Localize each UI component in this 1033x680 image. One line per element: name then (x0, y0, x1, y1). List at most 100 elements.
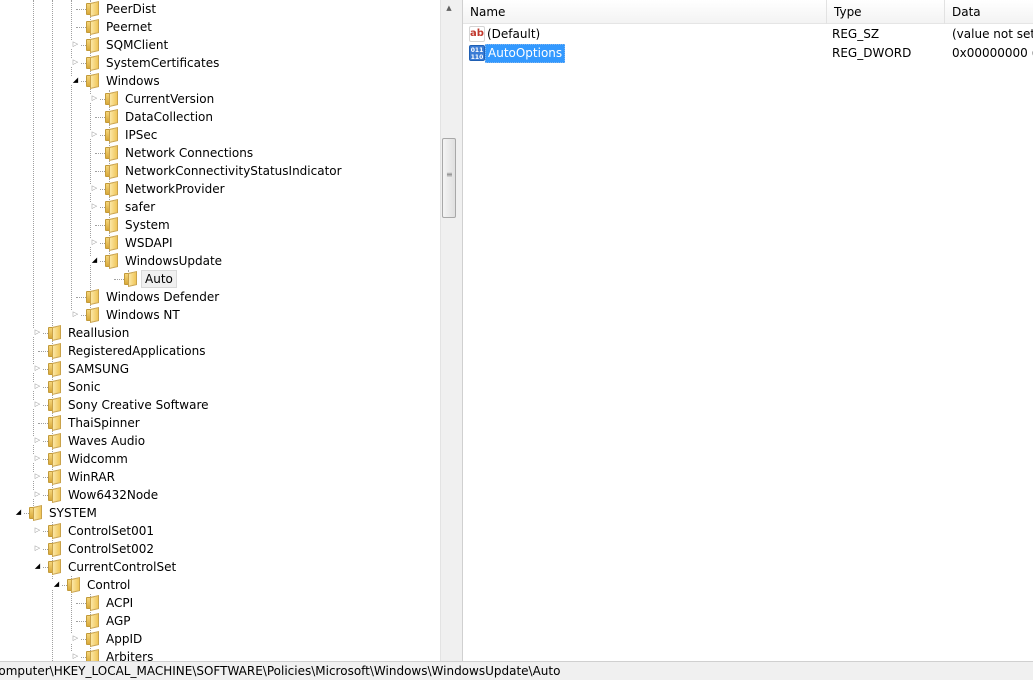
tree-node[interactable]: ACPI (0, 594, 440, 612)
tree-node-label[interactable]: SQMClient (103, 36, 171, 54)
expand-arrow-icon[interactable]: ▷ (33, 382, 42, 391)
tree-node-label[interactable]: safer (122, 198, 158, 216)
tree-node[interactable]: NetworkConnectivityStatusIndicator (0, 162, 440, 180)
collapse-arrow-icon[interactable]: ◢ (52, 580, 61, 589)
tree-node[interactable]: ▷ NetworkProvider (0, 180, 440, 198)
column-header-name[interactable]: Name (463, 0, 827, 24)
expand-arrow-icon[interactable]: ▷ (71, 40, 80, 49)
tree-node[interactable]: ▷ safer (0, 198, 440, 216)
tree-node[interactable]: ▷ Arbiters (0, 648, 440, 661)
tree-node-label[interactable]: Waves Audio (65, 432, 148, 450)
tree-node[interactable]: ◢ SYSTEM (0, 504, 440, 522)
key-tree-pane[interactable]: PeerDist Peernet ▷ SQMClient ▷ SystemCertific… (0, 0, 440, 661)
tree-node-label[interactable]: SystemCertificates (103, 54, 222, 72)
tree-node[interactable]: ▷ WSDAPI (0, 234, 440, 252)
values-list-pane[interactable]: Name Type Data ab (Default) REG_SZ (valu… (463, 0, 1033, 661)
tree-node-label[interactable]: ControlSet001 (65, 522, 157, 540)
tree-node[interactable]: ▷ Sony Creative Software (0, 396, 440, 414)
tree-node-label[interactable]: Sonic (65, 378, 104, 396)
tree-node[interactable]: ▷ ControlSet001 (0, 522, 440, 540)
expand-arrow-icon[interactable]: ▷ (90, 94, 99, 103)
collapse-arrow-icon[interactable]: ◢ (33, 562, 42, 571)
tree-node[interactable]: ▷ Widcomm (0, 450, 440, 468)
tree-node[interactable]: ◢ Windows (0, 72, 440, 90)
tree-node-label[interactable]: ControlSet002 (65, 540, 157, 558)
tree-node[interactable]: ▷ AppID (0, 630, 440, 648)
expand-arrow-icon[interactable]: ▷ (90, 238, 99, 247)
tree-node-label[interactable]: Windows NT (103, 306, 183, 324)
tree-node[interactable]: Auto (0, 270, 440, 288)
expand-arrow-icon[interactable]: ▷ (90, 202, 99, 211)
expand-arrow-icon[interactable]: ▷ (90, 130, 99, 139)
tree-node-label[interactable]: ACPI (103, 594, 136, 612)
tree-node-label[interactable]: CurrentControlSet (65, 558, 179, 576)
tree-node-label[interactable]: WinRAR (65, 468, 118, 486)
tree-node-label[interactable]: Arbiters (103, 648, 156, 661)
expand-arrow-icon[interactable]: ▷ (90, 184, 99, 193)
tree-node-label[interactable]: Windows Defender (103, 288, 222, 306)
expand-arrow-icon[interactable]: ▷ (71, 634, 80, 643)
tree-node-label[interactable]: Widcomm (65, 450, 131, 468)
tree-node-label[interactable]: Wow6432Node (65, 486, 161, 504)
tree-node-label[interactable]: RegisteredApplications (65, 342, 208, 360)
tree-node[interactable]: ▷ CurrentVersion (0, 90, 440, 108)
tree-node[interactable]: ▷ IPSec (0, 126, 440, 144)
tree-node[interactable]: ▷ Reallusion (0, 324, 440, 342)
tree-node[interactable]: ▷ SAMSUNG (0, 360, 440, 378)
tree-node[interactable]: ▷ SQMClient (0, 36, 440, 54)
tree-node-label[interactable]: SYSTEM (46, 504, 100, 522)
tree-node[interactable]: Windows Defender (0, 288, 440, 306)
tree-node-label[interactable]: WindowsUpdate (122, 252, 225, 270)
collapse-arrow-icon[interactable]: ◢ (71, 76, 80, 85)
tree-node-label[interactable]: Peernet (103, 18, 155, 36)
expand-arrow-icon[interactable]: ▷ (33, 544, 42, 553)
tree-node-label[interactable]: Reallusion (65, 324, 132, 342)
tree-node[interactable]: ◢ WindowsUpdate (0, 252, 440, 270)
tree-node-label[interactable]: Auto (141, 270, 177, 288)
tree-node-label[interactable]: Sony Creative Software (65, 396, 212, 414)
tree-node[interactable]: Peernet (0, 18, 440, 36)
value-row[interactable]: 011 110 AutoOptions REG_DWORD 0x00000000… (463, 44, 1033, 63)
tree-node[interactable]: ▷ Waves Audio (0, 432, 440, 450)
tree-node-label[interactable]: DataCollection (122, 108, 216, 126)
expand-arrow-icon[interactable]: ▷ (33, 364, 42, 373)
tree-node-label[interactable]: Windows (103, 72, 163, 90)
expand-arrow-icon[interactable]: ▷ (71, 310, 80, 319)
scroll-up-arrow-icon[interactable]: ▲ (441, 0, 457, 17)
tree-node-label[interactable]: NetworkProvider (122, 180, 228, 198)
tree-node-label[interactable]: NetworkConnectivityStatusIndicator (122, 162, 345, 180)
value-row[interactable]: ab (Default) REG_SZ (value not set) (463, 25, 1033, 44)
column-header-type[interactable]: Type (827, 0, 945, 24)
tree-node-label[interactable]: SAMSUNG (65, 360, 132, 378)
tree-node-label[interactable]: AGP (103, 612, 134, 630)
scroll-thumb[interactable]: ≡ (442, 138, 456, 218)
expand-arrow-icon[interactable]: ▷ (33, 472, 42, 481)
tree-node[interactable]: ▷ SystemCertificates (0, 54, 440, 72)
expand-arrow-icon[interactable]: ▷ (33, 436, 42, 445)
tree-node[interactable]: RegisteredApplications (0, 342, 440, 360)
expand-arrow-icon[interactable]: ▷ (71, 652, 80, 661)
tree-node[interactable]: System (0, 216, 440, 234)
column-header-data[interactable]: Data (945, 0, 1033, 24)
tree-node[interactable]: ▷ ControlSet002 (0, 540, 440, 558)
expand-arrow-icon[interactable]: ▷ (71, 58, 80, 67)
tree-node[interactable]: DataCollection (0, 108, 440, 126)
expand-arrow-icon[interactable]: ▷ (33, 526, 42, 535)
expand-arrow-icon[interactable]: ▷ (33, 490, 42, 499)
tree-node[interactable]: ThaiSpinner (0, 414, 440, 432)
expand-arrow-icon[interactable]: ▷ (33, 328, 42, 337)
tree-node-label[interactable]: IPSec (122, 126, 160, 144)
collapse-arrow-icon[interactable]: ◢ (14, 508, 23, 517)
tree-node[interactable]: ▷ WinRAR (0, 468, 440, 486)
tree-node[interactable]: ▷ Windows NT (0, 306, 440, 324)
tree-node-label[interactable]: Control (84, 576, 133, 594)
tree-node[interactable]: AGP (0, 612, 440, 630)
tree-node[interactable]: ▷ Sonic (0, 378, 440, 396)
tree-node-label[interactable]: WSDAPI (122, 234, 176, 252)
expand-arrow-icon[interactable]: ▷ (33, 454, 42, 463)
tree-node[interactable]: ◢ Control (0, 576, 440, 594)
tree-node[interactable]: Network Connections (0, 144, 440, 162)
tree-node-label[interactable]: ThaiSpinner (65, 414, 143, 432)
expand-arrow-icon[interactable]: ▷ (33, 400, 42, 409)
tree-node-label[interactable]: Network Connections (122, 144, 256, 162)
